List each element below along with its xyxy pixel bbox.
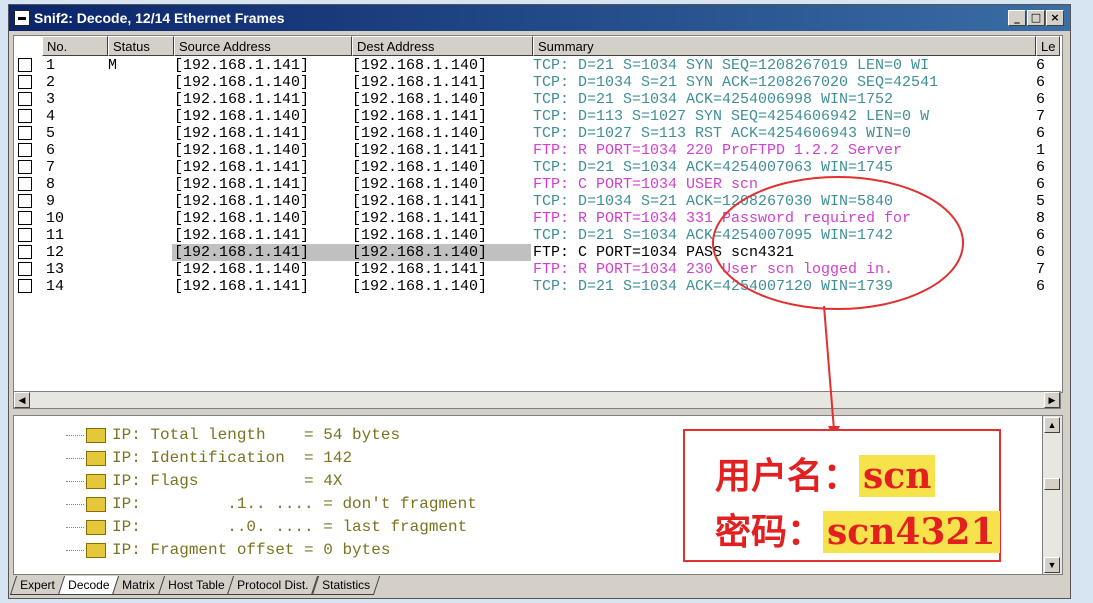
password-label: 密码： [715,511,824,553]
annotation-arrow-line [823,305,835,431]
callout-username-line: 用户名： scn [715,447,936,499]
username-value: scn [859,455,936,497]
callout-password-line: 密码： scn4321 [715,503,1000,555]
highlight-ellipse [712,176,964,310]
password-value: scn4321 [823,511,1000,553]
username-label: 用户名： [715,455,860,497]
credentials-callout: 用户名： scn 密码： scn4321 [683,429,1001,562]
